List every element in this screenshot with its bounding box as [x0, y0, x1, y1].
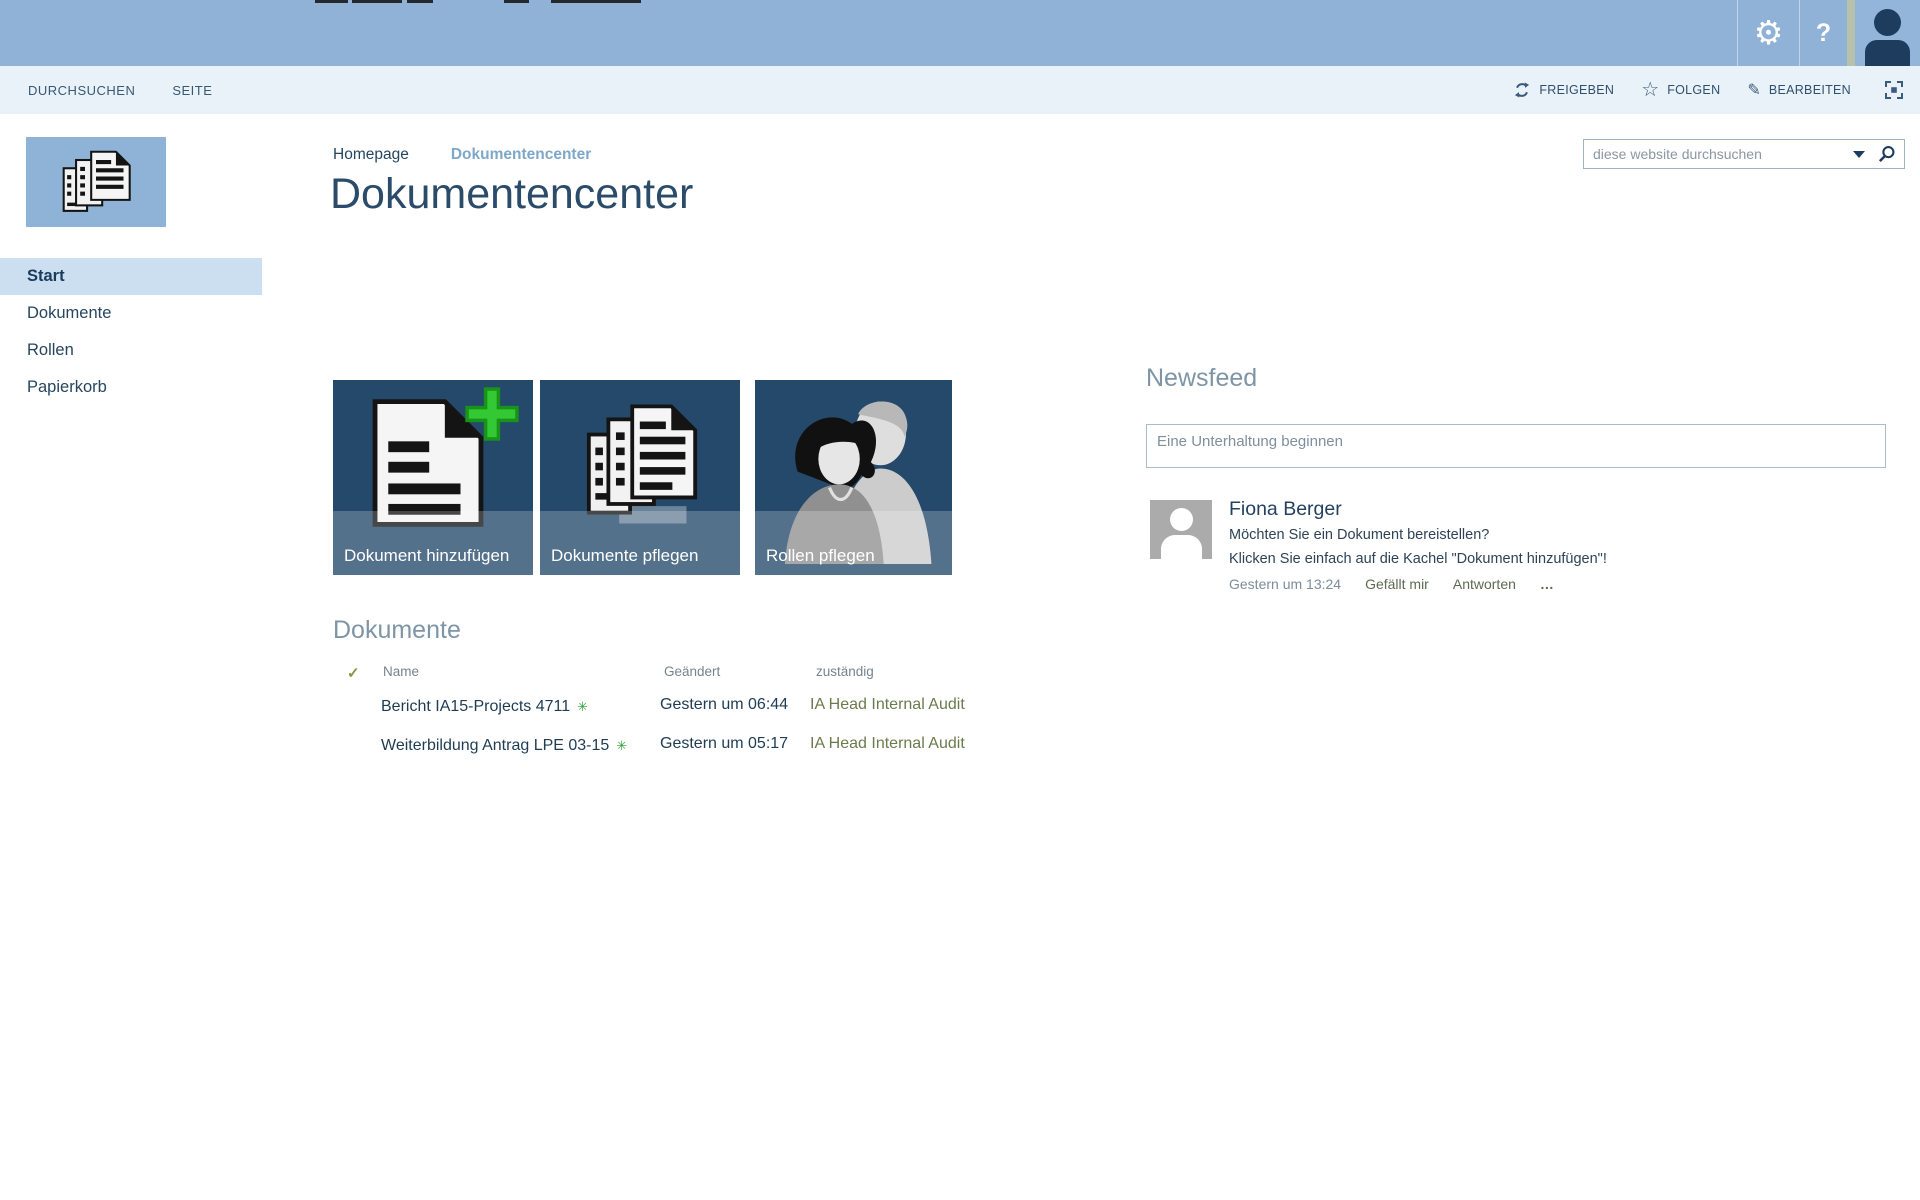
suite-bar: ⚙ ? — [0, 0, 1920, 66]
documents-table: ✓ Name Geändert zuständig Bericht IA15-P… — [333, 664, 993, 766]
user-avatar[interactable] — [1855, 0, 1920, 68]
new-document-icon: ✳ — [577, 699, 588, 714]
post-footer: Gestern um 13:24 Gefällt mir Antworten … — [1229, 576, 1555, 592]
help-icon: ? — [1816, 19, 1831, 48]
ribbon-tabs: DURCHSUCHEN SEITE — [28, 66, 212, 114]
sidebar-item-papierkorb[interactable]: Papierkorb — [0, 369, 262, 406]
search-scope-caret-icon[interactable] — [1853, 151, 1865, 158]
table-row[interactable]: Weiterbildung Antrag LPE 03-15✳ Gestern … — [333, 727, 993, 766]
newsfeed-section-title[interactable]: Newsfeed — [1146, 364, 1257, 393]
page-title: Dokumentencenter — [330, 170, 693, 219]
documents-table-header: ✓ Name Geändert zuständig — [333, 664, 993, 688]
document-link[interactable]: Weiterbildung Antrag LPE 03-15✳ — [381, 737, 627, 755]
tile-caption: Dokumente pflegen — [551, 546, 698, 566]
suite-bar-divider — [1847, 0, 1855, 66]
edit-label: BEARBEITEN — [1769, 83, 1851, 97]
pencil-icon: ✎ — [1747, 80, 1760, 100]
responsible-link[interactable]: IA Head Internal Audit — [810, 696, 965, 714]
breadcrumb-dokumentencenter[interactable]: Dokumentencenter — [451, 146, 591, 164]
breadcrumb-homepage[interactable]: Homepage — [333, 146, 409, 164]
post-text-line: Möchten Sie ein Dokument bereistellen? — [1229, 527, 1489, 543]
breadcrumb: Homepage Dokumentencenter — [333, 146, 591, 164]
avatar-placeholder-body-icon — [1161, 535, 1202, 559]
screen-artifact — [551, 0, 641, 3]
tile-caption: Dokument hinzufügen — [344, 546, 509, 566]
search-icon — [1877, 145, 1896, 164]
post-timestamp: Gestern um 13:24 — [1229, 576, 1341, 592]
documents-section-title[interactable]: Dokumente — [333, 616, 461, 645]
share-button[interactable]: FREIGEBEN — [1513, 81, 1614, 99]
settings-button[interactable]: ⚙ — [1737, 0, 1799, 66]
modified-value: Gestern um 06:44 — [660, 696, 788, 714]
help-button[interactable]: ? — [1799, 0, 1847, 66]
star-icon: ☆ — [1641, 81, 1659, 99]
post-author-link[interactable]: Fiona Berger — [1229, 498, 1342, 521]
edit-button[interactable]: ✎ BEARBEITEN — [1747, 80, 1851, 100]
new-document-icon: ✳ — [616, 738, 627, 753]
newsfeed-composer — [1146, 424, 1886, 468]
site-logo[interactable] — [26, 137, 166, 227]
focus-icon — [1884, 80, 1904, 100]
avatar-placeholder-head-icon — [1170, 508, 1193, 531]
tile-rollen-pflegen[interactable]: Rollen pflegen — [755, 380, 952, 575]
share-icon — [1513, 81, 1531, 99]
gear-icon: ⚙ — [1754, 0, 1784, 66]
tile-dokumente-pflegen[interactable]: Dokumente pflegen — [540, 380, 740, 575]
search-input[interactable] — [1584, 146, 1849, 162]
focus-on-content-button[interactable] — [1884, 80, 1904, 100]
reply-link[interactable]: Antworten — [1453, 576, 1516, 592]
plus-icon — [463, 385, 521, 443]
document-link[interactable]: Bericht IA15-Projects 4711✳ — [381, 698, 588, 716]
search-submit-button[interactable] — [1877, 145, 1896, 164]
table-row[interactable]: Bericht IA15-Projects 4711✳ Gestern um 0… — [333, 688, 993, 727]
screen-artifact — [407, 0, 433, 3]
more-actions-icon[interactable]: … — [1540, 576, 1555, 592]
sidebar-item-dokumente[interactable]: Dokumente — [0, 295, 262, 332]
post-text-line: Klicken Sie einfach auf die Kachel "Doku… — [1229, 551, 1607, 567]
modified-value: Gestern um 05:17 — [660, 735, 788, 753]
column-header-geaendert[interactable]: Geändert — [664, 664, 720, 679]
avatar-body-icon — [1865, 40, 1910, 68]
site-search — [1583, 139, 1905, 169]
responsible-link[interactable]: IA Head Internal Audit — [810, 735, 965, 753]
screen-artifact — [352, 0, 402, 3]
ribbon-bar: DURCHSUCHEN SEITE FREIGEBEN ☆ FOLGEN ✎ B… — [0, 66, 1920, 114]
sidebar-item-rollen[interactable]: Rollen — [0, 332, 262, 369]
screen-artifact — [315, 0, 348, 3]
tile-dokument-hinzufuegen[interactable]: Dokument hinzufügen — [333, 380, 533, 575]
post-avatar[interactable] — [1150, 500, 1212, 559]
tab-durchsuchen[interactable]: DURCHSUCHEN — [28, 83, 135, 98]
follow-button[interactable]: ☆ FOLGEN — [1641, 81, 1720, 99]
conversation-input[interactable] — [1147, 425, 1885, 467]
column-header-zustaendig[interactable]: zuständig — [816, 664, 874, 679]
tab-seite[interactable]: SEITE — [172, 83, 212, 98]
avatar-head-icon — [1874, 9, 1901, 36]
share-label: FREIGEBEN — [1539, 83, 1614, 97]
follow-label: FOLGEN — [1667, 83, 1720, 97]
left-navigation: Start Dokumente Rollen Papierkorb — [0, 258, 262, 406]
ribbon-actions: FREIGEBEN ☆ FOLGEN ✎ BEARBEITEN — [1513, 66, 1904, 114]
documents-logo-icon — [57, 149, 135, 215]
screen-artifact — [504, 0, 529, 3]
column-header-name[interactable]: Name — [383, 664, 419, 679]
check-icon[interactable]: ✓ — [347, 664, 360, 682]
tile-caption: Rollen pflegen — [766, 546, 875, 566]
like-link[interactable]: Gefällt mir — [1365, 576, 1429, 592]
sidebar-item-start[interactable]: Start — [0, 258, 262, 295]
